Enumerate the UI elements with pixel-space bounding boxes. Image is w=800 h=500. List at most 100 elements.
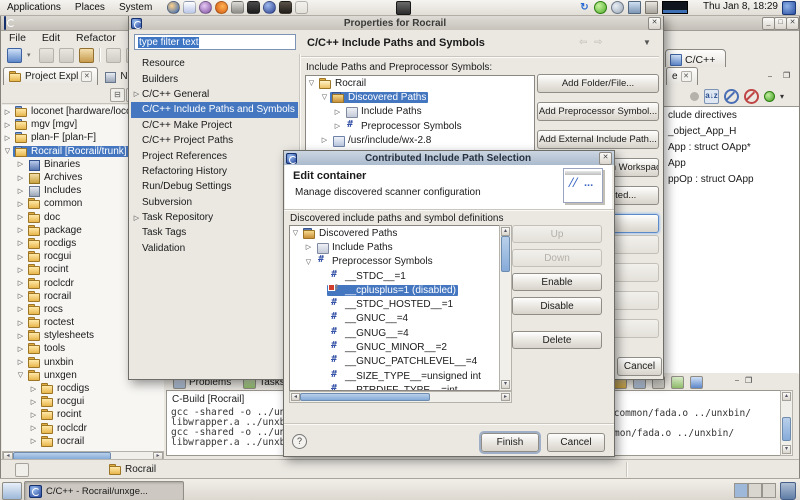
expand-arrow[interactable]: ▷ [131,214,142,222]
app-launcher-icon[interactable] [167,1,180,14]
collapse-all-icon[interactable]: ⊟ [110,88,125,102]
expand-arrow[interactable]: ▷ [15,187,26,195]
dialog-close-icon[interactable]: ✕ [648,17,661,30]
print-icon[interactable] [59,48,74,63]
expand-arrow[interactable]: ▷ [15,345,26,353]
expand-arrow[interactable]: ▷ [332,108,343,116]
app-launcher-icon[interactable] [247,1,260,14]
expand-arrow[interactable]: ▽ [306,79,317,87]
category-item[interactable]: C/C++ Make Project [131,118,298,133]
tree-row[interactable]: ▷ Preprocessor Symbols [306,119,534,133]
build-icon[interactable] [79,48,94,63]
tree-row[interactable]: ▷ /usr/include/wx-2.8 [306,133,534,147]
expand-arrow[interactable]: ▷ [15,174,26,182]
tree-row[interactable]: ▽ Rocrail [306,76,534,90]
sort-az-icon[interactable]: a↓z [704,89,719,104]
tree-row[interactable]: __cplusplus=1 (disabled) [290,283,500,297]
wizard-button[interactable]: Disable [512,297,602,315]
expand-arrow[interactable]: ▷ [15,239,26,247]
tree-row[interactable]: __STDC__=1 [290,269,500,283]
system-monitor-applet[interactable] [662,1,688,14]
panel-menu[interactable]: Places [68,0,112,15]
expand-arrow[interactable]: ▷ [15,319,26,327]
expand-arrow[interactable]: ▷ [2,121,13,129]
tree-row[interactable]: ▽ Discovered Paths [306,90,534,104]
volume-icon[interactable] [645,1,658,14]
category-item[interactable]: C/C++ Project Paths [131,133,298,148]
close-button[interactable]: ✕ [786,17,799,30]
taskbar-task-button[interactable]: C/C++ - Rocrail/unxge... [24,481,184,500]
expand-arrow[interactable]: ▷ [15,305,26,313]
tree-row[interactable]: __SIZE_TYPE__=unsigned int [290,369,500,383]
workspace-2[interactable] [748,483,762,498]
expand-arrow[interactable]: ▷ [15,292,26,300]
dialog-close-icon[interactable]: ✕ [599,152,612,165]
category-item[interactable]: ▷ Task Repository [131,210,298,225]
outline-item[interactable]: clude directives [664,107,799,123]
wizard-cancel-button[interactable]: Cancel [547,433,605,452]
clock[interactable]: Thu Jan 8, 18:29 [703,1,778,12]
expand-arrow[interactable]: ▷ [28,398,39,406]
wizard-vscrollbar[interactable]: ▴ ▾ [499,225,512,391]
menu-item[interactable]: File [2,32,33,44]
open-console-icon[interactable] [690,376,703,389]
category-item[interactable]: ▷ C/C++ General [131,87,298,102]
tab-close-icon[interactable]: ✕ [681,71,692,82]
tab-project-explorer[interactable]: Project Expl ✕ [3,67,98,85]
dialog-button[interactable]: Add Folder/File... [537,74,659,93]
properties-cancel-button[interactable]: Cancel [617,357,662,376]
menu-item[interactable]: Refactor [69,32,123,44]
expand-arrow[interactable]: ▽ [2,147,13,155]
app-launcher-icon[interactable] [295,1,308,14]
panel-applet-icon[interactable] [396,1,411,15]
focus-icon[interactable] [690,92,699,101]
expand-arrow[interactable]: ▷ [303,243,314,251]
page-menu-icon[interactable]: ▼ [643,38,651,47]
tree-row[interactable]: ▽ Preprocessor Symbols [290,255,500,269]
power-icon[interactable] [782,1,796,15]
maximize-view-icon[interactable]: ❐ [783,71,790,81]
hide-static-icon[interactable] [744,89,759,104]
expand-arrow[interactable]: ▷ [332,122,343,130]
expand-arrow[interactable]: ▽ [303,258,314,266]
category-item[interactable]: Refactoring History [131,164,298,179]
tree-row[interactable]: ▷ rocgui [2,395,164,408]
tree-row[interactable]: ▷ roclcdr [2,422,164,435]
wizard-button[interactable]: Enable [512,273,602,291]
trash-icon[interactable] [780,482,796,500]
category-item[interactable]: Subversion [131,195,298,210]
expand-arrow[interactable]: ▷ [15,213,26,221]
panel-menu[interactable]: System [112,0,159,15]
hide-fields-icon[interactable] [724,89,739,104]
expand-arrow[interactable]: ▷ [15,279,26,287]
outline-item[interactable]: App [664,155,799,171]
wizard-button[interactable]: Down [512,249,602,267]
expand-arrow[interactable]: ▽ [319,93,330,101]
category-item[interactable]: Builders [131,71,298,86]
panel-menu[interactable]: Applications [0,0,68,15]
workspace-3[interactable] [762,483,776,498]
wizard-titlebar[interactable]: Contributed Include Path Selection ✕ [284,151,614,165]
minimize-view-icon[interactable]: ⎯ [768,72,772,82]
expand-arrow[interactable]: ▷ [131,90,142,98]
app-launcher-icon[interactable] [263,1,276,14]
tree-row[interactable]: __GNUC__=4 [290,312,500,326]
tab-outline[interactable]: e ✕ [666,67,698,85]
tab-close-icon[interactable]: ✕ [81,71,92,82]
tree-row[interactable]: __GNUG__=4 [290,326,500,340]
expand-arrow[interactable]: ▷ [2,108,13,116]
app-launcher-icon[interactable] [199,1,212,14]
network-status-icon[interactable] [611,1,624,14]
tree-row[interactable]: __PTRDIFF_TYPE__=int [290,383,500,391]
workspace-1[interactable] [734,483,748,498]
outline-item[interactable]: App : struct OApp* [664,139,799,155]
console-vscrollbar[interactable]: ▴ ▾ [780,390,793,456]
expand-arrow[interactable]: ▷ [15,358,26,366]
filter-input[interactable]: type filter text [134,34,296,50]
save-icon[interactable] [39,48,54,63]
wizard-button[interactable]: Delete [512,331,602,349]
expand-arrow[interactable]: ▷ [28,437,39,445]
tree-row[interactable]: ▷ rocdigs [2,382,164,395]
hide-non-public-icon[interactable] [764,91,775,102]
tree-row[interactable]: ▷ rocrail [2,435,164,448]
